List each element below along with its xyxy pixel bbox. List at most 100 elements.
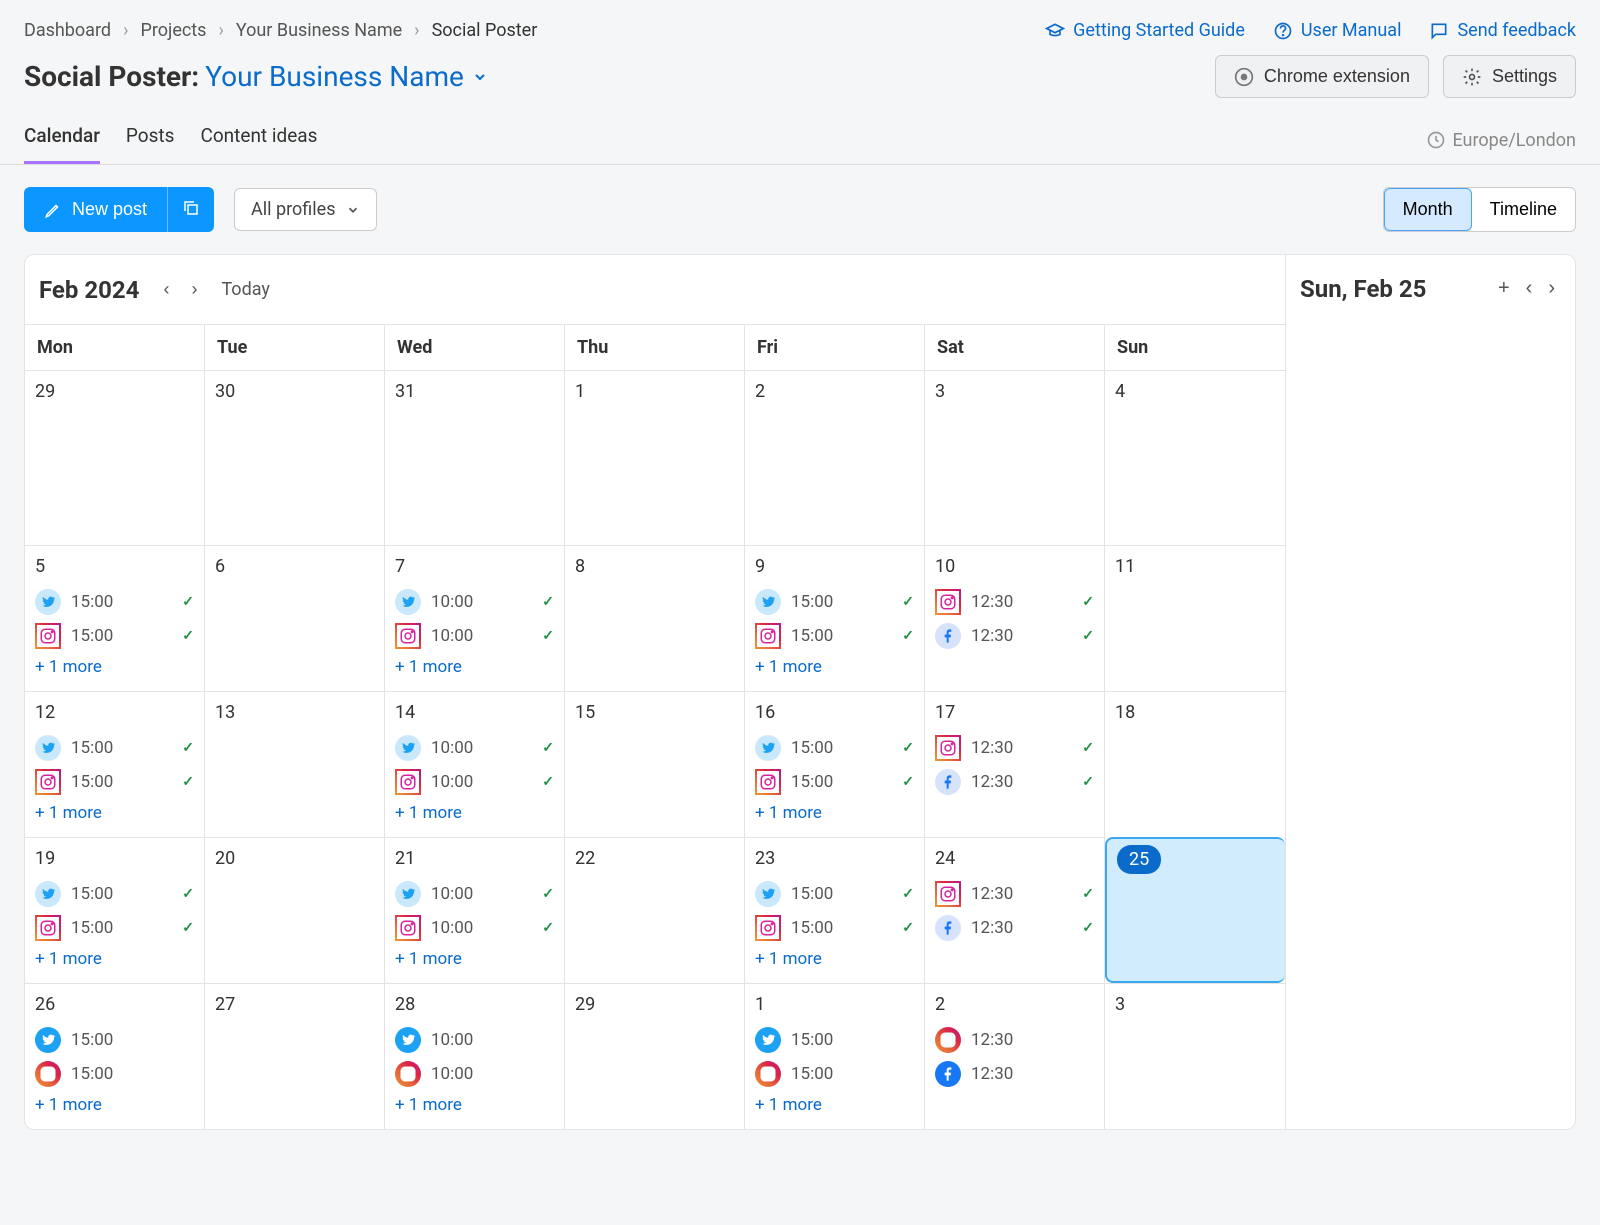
view-month[interactable]: Month — [1384, 188, 1472, 231]
settings-button[interactable]: Settings — [1443, 55, 1576, 98]
calendar-day[interactable]: 6 — [205, 545, 385, 691]
more-posts-link[interactable]: + 1 more — [35, 799, 194, 823]
scheduled-post[interactable]: 15:00 — [35, 765, 194, 799]
view-timeline[interactable]: Timeline — [1472, 188, 1575, 231]
scheduled-post[interactable]: 15:00 — [755, 1023, 914, 1057]
breadcrumb-item[interactable]: Your Business Name — [236, 20, 402, 41]
today-button[interactable]: Today — [221, 279, 269, 300]
calendar-day[interactable]: 29 — [25, 370, 205, 545]
scheduled-post[interactable]: 12:30 — [935, 1057, 1094, 1091]
chrome-extension-button[interactable]: Chrome extension — [1215, 55, 1429, 98]
calendar-day[interactable]: 710:0010:00+ 1 more — [385, 545, 565, 691]
calendar-day[interactable]: 915:0015:00+ 1 more — [745, 545, 925, 691]
more-posts-link[interactable]: + 1 more — [755, 799, 914, 823]
calendar-day[interactable]: 2110:0010:00+ 1 more — [385, 837, 565, 983]
breadcrumb-item[interactable]: Projects — [140, 20, 206, 41]
calendar-day[interactable]: 2615:0015:00+ 1 more — [25, 983, 205, 1129]
scheduled-post[interactable]: 15:00 — [35, 877, 194, 911]
scheduled-post[interactable]: 10:00 — [395, 1057, 554, 1091]
calendar-day[interactable]: 2412:3012:30 — [925, 837, 1105, 983]
calendar-day[interactable]: 1012:3012:30 — [925, 545, 1105, 691]
calendar-day[interactable]: 1410:0010:00+ 1 more — [385, 691, 565, 837]
getting-started-link[interactable]: Getting Started Guide — [1045, 20, 1245, 41]
more-posts-link[interactable]: + 1 more — [35, 1091, 194, 1115]
calendar-day[interactable]: 2810:0010:00+ 1 more — [385, 983, 565, 1129]
calendar-day[interactable]: 22 — [565, 837, 745, 983]
calendar-day[interactable]: 3 — [1105, 983, 1285, 1129]
calendar-day[interactable]: 115:0015:00+ 1 more — [745, 983, 925, 1129]
calendar-day[interactable]: 212:3012:30 — [925, 983, 1105, 1129]
calendar-day[interactable]: 11 — [1105, 545, 1285, 691]
profiles-dropdown[interactable]: All profiles — [234, 188, 376, 231]
side-add-button[interactable]: + — [1492, 273, 1516, 304]
scheduled-post[interactable]: 15:00 — [755, 731, 914, 765]
scheduled-post[interactable]: 12:30 — [935, 731, 1094, 765]
calendar-day[interactable]: 2 — [745, 370, 925, 545]
business-selector[interactable]: Your Business Name — [205, 60, 488, 93]
scheduled-post[interactable]: 15:00 — [35, 1023, 194, 1057]
calendar-day[interactable]: 30 — [205, 370, 385, 545]
scheduled-post[interactable]: 12:30 — [935, 585, 1094, 619]
calendar-day[interactable]: 31 — [385, 370, 565, 545]
scheduled-post[interactable]: 10:00 — [395, 585, 554, 619]
more-posts-link[interactable]: + 1 more — [395, 653, 554, 677]
calendar-day[interactable]: 1 — [565, 370, 745, 545]
send-feedback-link[interactable]: Send feedback — [1429, 20, 1576, 41]
calendar-day[interactable]: 13 — [205, 691, 385, 837]
scheduled-post[interactable]: 10:00 — [395, 877, 554, 911]
side-next-button[interactable]: › — [1542, 273, 1561, 304]
calendar-day[interactable]: 15 — [565, 691, 745, 837]
more-posts-link[interactable]: + 1 more — [755, 1091, 914, 1115]
calendar-day[interactable]: 2315:0015:00+ 1 more — [745, 837, 925, 983]
scheduled-post[interactable]: 15:00 — [755, 877, 914, 911]
scheduled-post[interactable]: 10:00 — [395, 765, 554, 799]
more-posts-link[interactable]: + 1 more — [395, 799, 554, 823]
next-month-button[interactable]: › — [183, 273, 205, 306]
calendar-day[interactable]: 1712:3012:30 — [925, 691, 1105, 837]
more-posts-link[interactable]: + 1 more — [395, 945, 554, 969]
scheduled-post[interactable]: 15:00 — [35, 731, 194, 765]
scheduled-post[interactable]: 15:00 — [35, 619, 194, 653]
prev-month-button[interactable]: ‹ — [155, 273, 177, 306]
breadcrumb-item[interactable]: Dashboard — [24, 20, 111, 41]
scheduled-post[interactable]: 10:00 — [395, 911, 554, 945]
scheduled-post[interactable]: 12:30 — [935, 619, 1094, 653]
scheduled-post[interactable]: 15:00 — [755, 765, 914, 799]
scheduled-post[interactable]: 15:00 — [35, 1057, 194, 1091]
calendar-day[interactable]: 515:0015:00+ 1 more — [25, 545, 205, 691]
scheduled-post[interactable]: 10:00 — [395, 731, 554, 765]
more-posts-link[interactable]: + 1 more — [395, 1091, 554, 1115]
scheduled-post[interactable]: 10:00 — [395, 1023, 554, 1057]
scheduled-post[interactable]: 15:00 — [755, 619, 914, 653]
tab-content-ideas[interactable]: Content ideas — [200, 116, 317, 164]
tab-calendar[interactable]: Calendar — [24, 116, 100, 164]
calendar-day[interactable]: 20 — [205, 837, 385, 983]
side-prev-button[interactable]: ‹ — [1520, 273, 1539, 304]
scheduled-post[interactable]: 12:30 — [935, 911, 1094, 945]
scheduled-post[interactable]: 15:00 — [755, 911, 914, 945]
calendar-day[interactable]: 8 — [565, 545, 745, 691]
calendar-day[interactable]: 1615:0015:00+ 1 more — [745, 691, 925, 837]
more-posts-link[interactable]: + 1 more — [35, 653, 194, 677]
scheduled-post[interactable]: 15:00 — [35, 585, 194, 619]
new-post-options-button[interactable] — [167, 187, 214, 232]
scheduled-post[interactable]: 12:30 — [935, 877, 1094, 911]
calendar-day[interactable]: 3 — [925, 370, 1105, 545]
scheduled-post[interactable]: 12:30 — [935, 765, 1094, 799]
calendar-day[interactable]: 1215:0015:00+ 1 more — [25, 691, 205, 837]
scheduled-post[interactable]: 12:30 — [935, 1023, 1094, 1057]
more-posts-link[interactable]: + 1 more — [755, 945, 914, 969]
calendar-day[interactable]: 29 — [565, 983, 745, 1129]
calendar-day[interactable]: 1915:0015:00+ 1 more — [25, 837, 205, 983]
scheduled-post[interactable]: 15:00 — [755, 1057, 914, 1091]
new-post-button[interactable]: New post — [24, 187, 167, 232]
user-manual-link[interactable]: User Manual — [1273, 20, 1402, 41]
calendar-day[interactable]: 18 — [1105, 691, 1285, 837]
scheduled-post[interactable]: 15:00 — [35, 911, 194, 945]
calendar-day[interactable]: 25 — [1105, 837, 1285, 983]
scheduled-post[interactable]: 15:00 — [755, 585, 914, 619]
more-posts-link[interactable]: + 1 more — [755, 653, 914, 677]
calendar-day[interactable]: 4 — [1105, 370, 1285, 545]
calendar-day[interactable]: 27 — [205, 983, 385, 1129]
more-posts-link[interactable]: + 1 more — [35, 945, 194, 969]
